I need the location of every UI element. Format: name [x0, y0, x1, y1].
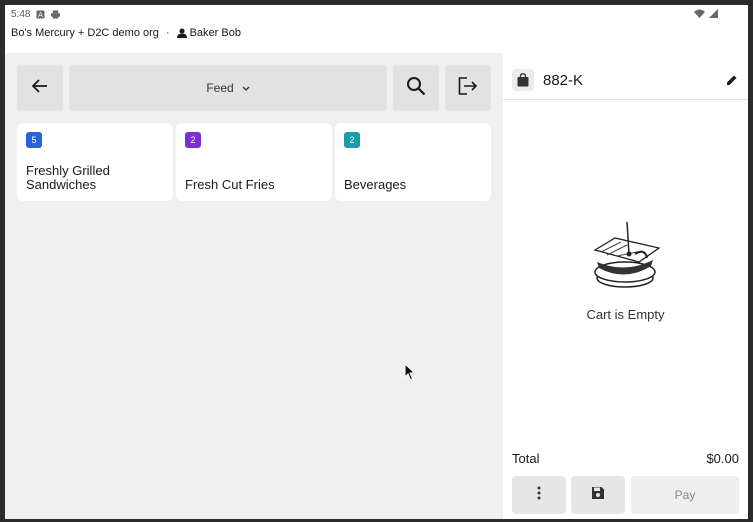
- empty-cart-illustration: [587, 218, 663, 299]
- notification-a-icon: A: [36, 10, 45, 19]
- svg-text:A: A: [39, 12, 44, 19]
- empty-cart-message: Cart is Empty: [586, 307, 665, 322]
- org-header: Bo's Mercury + D2C demo org · Baker Bob: [11, 25, 241, 41]
- category-dropdown-label: Feed: [206, 81, 234, 95]
- category-dropdown[interactable]: Feed: [69, 65, 387, 111]
- category-label: Freshly Grilled Sandwiches: [26, 163, 110, 192]
- total-label: Total: [512, 451, 540, 466]
- printer-icon: [51, 9, 61, 19]
- pay-button[interactable]: Pay: [631, 476, 739, 514]
- pay-button-label: Pay: [674, 488, 696, 502]
- status-bar: 5:48 A: [5, 5, 748, 23]
- status-time: 5:48: [11, 8, 31, 20]
- item-count-badge: 5: [26, 132, 42, 148]
- menu-panel: Feed 5 Freshly Grilled Sandwiches 2 Fres…: [5, 53, 503, 519]
- header-separator: ·: [165, 27, 170, 39]
- item-count-badge: 2: [185, 132, 201, 148]
- user-icon: [176, 28, 187, 38]
- category-card-sandwiches[interactable]: 5 Freshly Grilled Sandwiches: [17, 123, 173, 201]
- category-label: Beverages: [344, 177, 407, 192]
- back-button[interactable]: [17, 65, 63, 111]
- category-label: Fresh Cut Fries: [185, 177, 275, 192]
- search-button[interactable]: [393, 65, 439, 111]
- total-amount: $0.00: [706, 451, 739, 466]
- order-number: 882-K: [543, 72, 584, 89]
- arrow-left-icon: [31, 78, 48, 98]
- mouse-cursor-icon: [404, 362, 416, 386]
- signal-icon: [709, 9, 718, 21]
- app-window: 5:48 A Bo's Mercury + D2C demo org · Bak…: [5, 5, 748, 519]
- shopping-bag-icon: [512, 69, 534, 91]
- category-card-fries[interactable]: 2 Fresh Cut Fries: [176, 123, 332, 201]
- wifi-icon: [694, 9, 705, 21]
- pencil-icon[interactable]: [726, 73, 738, 91]
- chevron-down-icon: [242, 86, 250, 91]
- org-name: Bo's Mercury + D2C demo org: [11, 27, 159, 39]
- category-card-beverages[interactable]: 2 Beverages: [335, 123, 491, 201]
- save-order-button[interactable]: [571, 476, 625, 514]
- logout-button[interactable]: [445, 65, 491, 111]
- order-header: 882-K: [503, 53, 748, 100]
- order-panel: 882-K Cart is Empty Total $0.00 Pay: [503, 53, 748, 519]
- user-name: Baker Bob: [189, 27, 241, 39]
- more-options-button[interactable]: [512, 476, 566, 514]
- item-count-badge: 2: [344, 132, 360, 148]
- search-icon: [406, 76, 426, 101]
- logout-icon: [458, 76, 478, 100]
- more-vertical-icon: [537, 486, 541, 505]
- save-icon: [591, 486, 605, 505]
